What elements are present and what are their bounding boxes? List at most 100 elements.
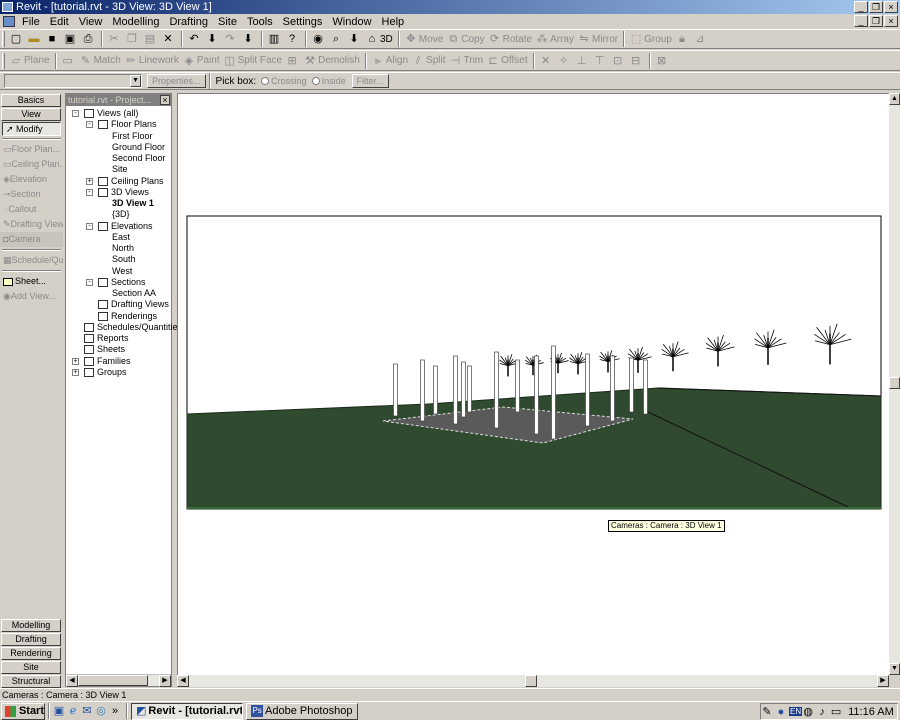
scroll-thumb[interactable] — [889, 377, 900, 389]
tree-item[interactable]: Reports — [84, 333, 129, 344]
tab-drafting[interactable]: Drafting — [1, 633, 61, 646]
network-tray-icon[interactable]: ● — [775, 706, 787, 718]
tree-item[interactable]: Sections — [98, 277, 146, 288]
menu-modelling[interactable]: Modelling — [107, 16, 164, 28]
tree-item[interactable]: West — [112, 266, 132, 277]
type-selector[interactable]: ▼ — [4, 74, 142, 88]
new-button[interactable]: ▢ — [8, 30, 26, 48]
start-button[interactable]: Start — [1, 702, 45, 720]
menu-view[interactable]: View — [74, 16, 108, 28]
expand-icon[interactable]: + — [72, 368, 79, 376]
pin-button[interactable]: ⊿ — [692, 30, 710, 48]
array-button[interactable]: ⁂ Array — [534, 30, 576, 48]
show-desktop-icon[interactable]: ▣ — [53, 705, 65, 717]
mirror-button[interactable]: ⇋ Mirror — [576, 30, 620, 48]
scroll-thumb[interactable] — [78, 675, 148, 686]
vertical-scrollbar[interactable]: ▲ ▼ — [889, 93, 900, 675]
language-indicator[interactable]: EN — [789, 707, 803, 716]
callout-tool[interactable]: ◌Callout — [0, 202, 63, 217]
menu-edit[interactable]: Edit — [45, 16, 74, 28]
split-button[interactable]: ⫽ Split — [410, 52, 447, 70]
menu-site[interactable]: Site — [213, 16, 242, 28]
tree-item[interactable]: East — [112, 232, 130, 243]
tree-item[interactable]: Families — [84, 356, 131, 367]
collapse-icon[interactable]: - — [72, 110, 79, 117]
chevron-right-icon[interactable]: » — [109, 705, 121, 717]
split-face-button[interactable]: ◫ Split Face — [222, 52, 284, 70]
project-browser-header[interactable]: tutorial.rvt - Project... × — [66, 94, 171, 106]
minimize-button[interactable]: _ — [854, 1, 868, 13]
undo-button[interactable]: ↶ — [186, 30, 204, 48]
print-button[interactable]: ⎙ — [80, 30, 98, 48]
tree-item[interactable]: North — [112, 243, 134, 254]
paste-button[interactable]: ▤ — [142, 30, 160, 48]
view-3d-button[interactable]: ⌂ 3D — [364, 30, 395, 48]
tree-item[interactable]: Views (all) — [84, 108, 138, 119]
quick-launch-icon[interactable]: ◎ — [95, 705, 107, 717]
toolbar-grip[interactable] — [2, 52, 5, 69]
match-button[interactable]: ✎ Match — [78, 52, 123, 70]
copy-clipboard-button[interactable]: ❐ — [124, 30, 142, 48]
save-button[interactable]: ■ — [44, 30, 62, 48]
tree-item[interactable]: Groups — [84, 367, 127, 378]
doc-restore-button[interactable]: ❐ — [869, 15, 883, 27]
drafting-view-tool[interactable]: ✎Drafting View — [0, 217, 63, 232]
3d-view-viewport[interactable] — [178, 94, 890, 676]
document-icon[interactable] — [3, 16, 15, 27]
filter-button[interactable]: Filter... — [351, 74, 389, 88]
menu-help[interactable]: Help — [377, 16, 410, 28]
tree-item[interactable]: Site — [112, 164, 128, 175]
section-tool[interactable]: ⊸Section — [0, 187, 63, 202]
tray-app-icon[interactable]: ◍ — [802, 706, 814, 718]
tree-item[interactable]: Ceiling Plans — [98, 176, 164, 187]
dynamic-view-button[interactable]: ⬇ — [346, 30, 364, 48]
monitor-tray-icon[interactable]: ▭ — [830, 706, 842, 718]
trim-button[interactable]: ⊣ Trim — [448, 52, 486, 70]
tree-item[interactable]: Floor Plans — [98, 119, 157, 130]
drawing-area[interactable] — [177, 93, 889, 675]
tree-item[interactable]: Drafting Views — [98, 299, 169, 310]
delete-button[interactable]: ✕ — [160, 30, 178, 48]
tree-item[interactable]: Section AA — [112, 288, 156, 299]
add-view-tool[interactable]: ◉Add View... — [0, 289, 63, 304]
tree-item[interactable]: 3D Views — [98, 187, 149, 198]
restore-button[interactable]: ❐ — [869, 1, 883, 13]
demolish-button[interactable]: ⚒ Demolish — [302, 52, 362, 70]
linework-button[interactable]: ✏ Linework — [123, 52, 181, 70]
browser-horizontal-scrollbar[interactable]: ◀ ▶ — [66, 674, 171, 687]
undo-dropdown[interactable]: ⬇ — [204, 30, 222, 48]
properties-button[interactable]: Properties... — [147, 74, 206, 88]
scroll-thumb[interactable] — [525, 675, 537, 687]
toolbar-grip[interactable] — [2, 31, 5, 47]
horizontal-scrollbar[interactable]: ◀ ▶ — [177, 675, 889, 687]
menu-file[interactable]: File — [17, 16, 45, 28]
tree-item[interactable]: Sheets — [84, 344, 125, 355]
collapse-icon[interactable]: - — [86, 222, 93, 230]
scroll-right-icon[interactable]: ▶ — [159, 675, 171, 687]
cut-button[interactable]: ✂ — [106, 30, 124, 48]
lock-button[interactable]: 🔒︎ — [674, 30, 692, 48]
measure-button[interactable]: ▭ — [60, 52, 78, 70]
collapse-icon[interactable]: - — [86, 278, 93, 286]
camera-tool[interactable]: ◘Camera — [0, 232, 63, 247]
redo-button[interactable]: ↷ — [222, 30, 240, 48]
tree-item[interactable]: First Floor — [112, 131, 153, 142]
tab-modelling[interactable]: Modelling — [1, 619, 61, 632]
revit-app-icon[interactable] — [2, 2, 13, 12]
tab-site[interactable]: Site — [1, 661, 61, 674]
pick-tool-3[interactable]: ⊥ — [574, 52, 592, 70]
close-button[interactable]: × — [884, 1, 898, 13]
collapse-icon[interactable]: - — [86, 121, 93, 129]
menu-settings[interactable]: Settings — [278, 16, 328, 28]
tree-item[interactable]: Elevations — [98, 221, 153, 232]
tab-rendering[interactable]: Rendering — [1, 647, 61, 660]
pick-tool-6[interactable]: ⊟ — [628, 52, 646, 70]
modify-tool[interactable]: ➚ Modify — [2, 122, 61, 136]
tree-item[interactable]: Schedules/Quantities — [84, 322, 182, 333]
crossing-radio[interactable]: Crossing — [261, 76, 307, 86]
volume-icon[interactable]: ♪ — [816, 706, 828, 718]
scroll-right-icon[interactable]: ▶ — [877, 675, 889, 687]
inside-radio[interactable]: Inside — [311, 76, 346, 86]
tab-view[interactable]: View — [1, 108, 61, 121]
tree-item[interactable]: South — [112, 254, 136, 265]
